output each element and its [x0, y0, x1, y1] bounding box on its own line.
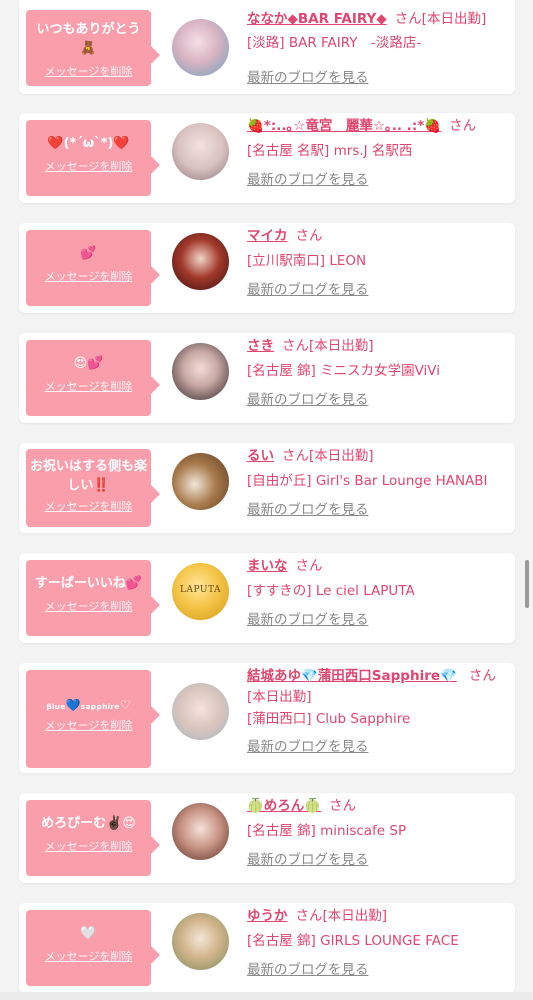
cast-info: 🍓*:..｡☆竜宮 麗華☆｡.. .:*🍓 さん [名古屋 名駅] mrs.J 名…: [247, 116, 509, 188]
list-item: ᵦₗᵤₑ💙ₛₐₚₚₕᵢᵣₑ♡ メッセージを削除 結城あゆ💎蒲田西口Sapphir…: [19, 663, 515, 773]
latest-blog-link[interactable]: 最新のブログを見る: [247, 848, 509, 868]
cast-info: ゆうか さん[本日出勤] [名古屋 錦] GIRLS LOUNGE FACE 最新…: [247, 906, 509, 978]
cast-status: さん: [329, 798, 357, 814]
message-text: いつもありがとう🧸: [36, 22, 141, 56]
message-bubble: いつもありがとう🧸 メッセージを削除: [26, 10, 160, 86]
cast-status: さん[本日出勤]: [394, 11, 487, 27]
page-bottom: [0, 992, 533, 1000]
list-item: 😍💕 メッセージを削除 さき さん[本日出勤] [名古屋 錦] ミニスカ女学園Vi…: [19, 333, 515, 423]
cast-info: ななか◆BAR FAIRY◆ さん[本日出勤] [淡路] BAR FAIRY -淡…: [247, 9, 509, 86]
message-text: すーぱーいいね💕: [34, 576, 143, 591]
message-bubble: めろぴーむ✌🏿😍 メッセージを削除: [26, 800, 160, 876]
cast-name-link[interactable]: まいな: [247, 558, 288, 574]
list-item: すーぱーいいね💕 メッセージを削除 LAPUTA まいな さん [すすきの] Le…: [19, 553, 515, 643]
shop-name: [名古屋 錦] miniscafe SP: [247, 823, 407, 839]
cast-info: るい さん[本日出勤] [自由が丘] Girl's Bar Lounge HANA…: [247, 446, 509, 518]
cast-name-link[interactable]: 🍈めろん🍈: [247, 798, 321, 814]
shop-name: [蒲田西口] Club Sapphire: [247, 711, 411, 727]
scrollbar[interactable]: [525, 560, 529, 608]
avatar[interactable]: [172, 19, 229, 76]
latest-blog-link[interactable]: 最新のブログを見る: [247, 498, 509, 518]
avatar[interactable]: LAPUTA: [172, 563, 229, 620]
latest-blog-link[interactable]: 最新のブログを見る: [247, 388, 509, 408]
cast-info: マイカ さん [立川駅南口] LEON 最新のブログを見る: [247, 226, 509, 298]
list-item: 💕 メッセージを削除 マイカ さん [立川駅南口] LEON 最新のブログを見る: [19, 223, 515, 313]
delete-message-link[interactable]: メッセージを削除: [26, 598, 151, 614]
cast-status: さん: [468, 668, 496, 684]
cast-status: さん[本日出勤]: [282, 338, 374, 354]
avatar[interactable]: [172, 453, 229, 510]
message-text: ᵦₗᵤₑ💙ₛₐₚₚₕᵢᵣₑ♡: [46, 698, 131, 712]
cast-status-line: [本日出勤]: [247, 689, 312, 705]
cast-info: まいな さん [すすきの] Le ciel LAPUTA 最新のブログを見る: [247, 556, 509, 628]
cast-name-link[interactable]: ななか◆BAR FAIRY◆: [247, 11, 387, 27]
shop-name: [淡路] BAR FAIRY -淡路店-: [247, 35, 422, 51]
latest-blog-link[interactable]: 最新のブログを見る: [247, 958, 509, 978]
shop-name: [自由が丘] Girl's Bar Lounge HANABI: [247, 473, 488, 489]
avatar[interactable]: [172, 683, 229, 740]
delete-message-link[interactable]: メッセージを削除: [26, 63, 151, 79]
shop-name: [名古屋 錦] GIRLS LOUNGE FACE: [247, 933, 459, 949]
list-item: 🤍 メッセージを削除 ゆうか さん[本日出勤] [名古屋 錦] GIRLS LOU…: [19, 903, 515, 993]
delete-message-link[interactable]: メッセージを削除: [26, 838, 151, 854]
message-text: めろぴーむ✌🏿😍: [41, 816, 136, 831]
delete-message-link[interactable]: メッセージを削除: [26, 948, 151, 964]
delete-message-link[interactable]: メッセージを削除: [26, 158, 151, 174]
message-text: お祝いはする側も楽しい‼️: [30, 459, 148, 493]
message-bubble: ❤️(*´ω`*)❤️ メッセージを削除: [26, 120, 160, 196]
message-bubble: 💕 メッセージを削除: [26, 230, 160, 306]
cast-status: さん: [295, 228, 323, 244]
shop-name: [すすきの] Le ciel LAPUTA: [247, 583, 415, 599]
delete-message-link[interactable]: メッセージを削除: [26, 498, 151, 514]
shop-name: [立川駅南口] LEON: [247, 253, 367, 269]
message-text: 🤍: [80, 926, 97, 941]
avatar[interactable]: [172, 123, 229, 180]
list-item: ❤️(*´ω`*)❤️ メッセージを削除 🍓*:..｡☆竜宮 麗華☆｡.. .:…: [19, 113, 515, 203]
cast-name-link[interactable]: さき: [247, 338, 274, 354]
message-bubble: お祝いはする側も楽しい‼️ メッセージを削除: [26, 449, 160, 527]
message-bubble: 🤍 メッセージを削除: [26, 910, 160, 986]
message-bubble: すーぱーいいね💕 メッセージを削除: [26, 560, 160, 636]
list-item: めろぴーむ✌🏿😍 メッセージを削除 🍈めろん🍈 さん [名古屋 錦] minisc…: [19, 793, 515, 883]
shop-name: [名古屋 錦] ミニスカ女学園ViVi: [247, 363, 440, 379]
cast-status: さん: [449, 118, 477, 134]
cast-name-link[interactable]: 結城あゆ💎蒲田西口Sapphire💎: [247, 668, 457, 684]
avatar[interactable]: [172, 343, 229, 400]
cast-info: さき さん[本日出勤] [名古屋 錦] ミニスカ女学園ViVi 最新のブログを見る: [247, 336, 509, 408]
latest-blog-link[interactable]: 最新のブログを見る: [247, 735, 509, 755]
latest-blog-link[interactable]: 最新のブログを見る: [247, 168, 509, 188]
message-bubble: 😍💕 メッセージを削除: [26, 340, 160, 416]
latest-blog-link[interactable]: 最新のブログを見る: [247, 66, 509, 86]
latest-blog-link[interactable]: 最新のブログを見る: [247, 608, 509, 628]
cast-info: 結城あゆ💎蒲田西口Sapphire💎 さん [本日出勤] [蒲田西口] Club …: [247, 666, 509, 755]
cast-name-link[interactable]: マイカ: [247, 228, 288, 244]
message-text: 😍💕: [73, 356, 104, 371]
cast-name-link[interactable]: るい: [247, 448, 274, 464]
message-bubble: ᵦₗᵤₑ💙ₛₐₚₚₕᵢᵣₑ♡ メッセージを削除: [26, 670, 160, 768]
delete-message-link[interactable]: メッセージを削除: [26, 717, 151, 733]
list-item: お祝いはする側も楽しい‼️ メッセージを削除 るい さん[本日出勤] [自由が丘]…: [19, 443, 515, 533]
cast-status: さん[本日出勤]: [282, 448, 374, 464]
cast-info: 🍈めろん🍈 さん [名古屋 錦] miniscafe SP 最新のブログを見る: [247, 796, 509, 868]
message-text: 💕: [80, 246, 97, 261]
shop-logo-text: LAPUTA: [180, 585, 221, 595]
cast-status: さん: [295, 558, 323, 574]
delete-message-link[interactable]: メッセージを削除: [26, 378, 151, 394]
avatar[interactable]: [172, 233, 229, 290]
cast-name-link[interactable]: 🍓*:..｡☆竜宮 麗華☆｡.. .:*🍓: [247, 118, 441, 134]
avatar[interactable]: [172, 913, 229, 970]
list-item: いつもありがとう🧸 メッセージを削除 ななか◆BAR FAIRY◆ さん[本日出勤…: [19, 0, 515, 94]
delete-message-link[interactable]: メッセージを削除: [26, 268, 151, 284]
message-text: ❤️(*´ω`*)❤️: [47, 136, 130, 151]
avatar[interactable]: [172, 803, 229, 860]
shop-name: [名古屋 名駅] mrs.J 名駅西: [247, 143, 413, 159]
cast-status: さん[本日出勤]: [295, 908, 388, 924]
latest-blog-link[interactable]: 最新のブログを見る: [247, 278, 509, 298]
cast-name-link[interactable]: ゆうか: [247, 908, 288, 924]
